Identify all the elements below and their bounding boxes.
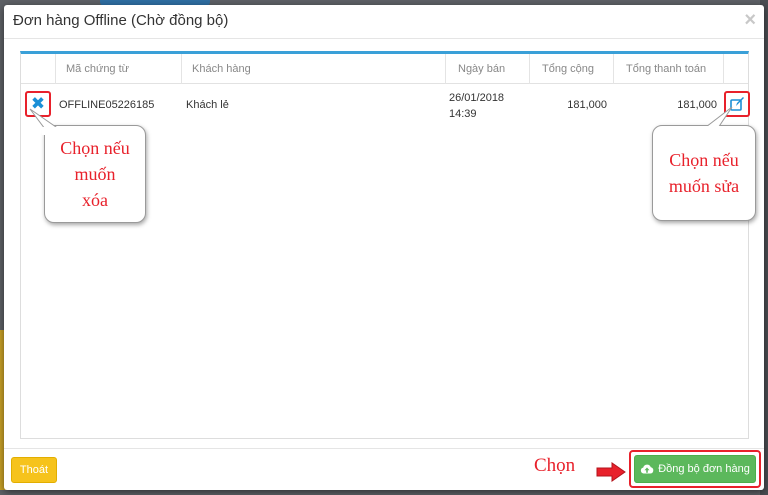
edit-callout-line1: Chọn nếu [669, 150, 739, 170]
modal-footer: Thoát Chọn Đồng bộ đơn hàng [4, 448, 764, 490]
cell-total: 181,000 [567, 99, 607, 111]
modal-title: Đơn hàng Offline (Chờ đồng bộ) [13, 12, 229, 29]
choose-annotation: Chọn [534, 455, 576, 476]
cell-date-time: 14:39 [449, 108, 477, 120]
delete-callout-line1: Chọn nếu [60, 138, 130, 158]
offline-orders-modal: Đơn hàng Offline (Chờ đồng bộ) × Mã chứn… [4, 5, 764, 490]
cell-date-day: 26/01/2018 [449, 92, 505, 104]
cell-total-payment: 181,000 [677, 99, 717, 111]
edit-callout: Chọn nếu muốn sửa [652, 125, 756, 221]
table-row: ✖ OFFLINE05226185 Khách lẻ 26/01/2018 14… [21, 85, 750, 125]
delete-callout-line2: muốn [74, 164, 116, 184]
header-edit [723, 54, 750, 84]
header-code: Mã chứng từ [55, 54, 181, 84]
cell-code: OFFLINE05226185 [59, 99, 155, 111]
orders-table: Mã chứng từ Khách hàng Ngày bán Tổng cộn… [20, 51, 750, 439]
header-customer: Khách hàng [181, 54, 445, 84]
cloud-upload-icon [641, 464, 654, 474]
sync-orders-button[interactable]: Đồng bộ đơn hàng [634, 455, 756, 483]
arrow-right-icon [596, 462, 626, 482]
header-total-payment: Tổng thanh toán [613, 54, 723, 84]
exit-button[interactable]: Thoát [11, 457, 57, 483]
header-total: Tổng cộng [529, 54, 613, 84]
delete-callout-line3: xóa [82, 190, 108, 210]
sync-orders-label: Đồng bộ đơn hàng [658, 463, 750, 475]
header-date: Ngày bán [445, 54, 529, 84]
delete-callout: Chọn nếu muốn xóa [44, 125, 146, 223]
edit-callout-tail [704, 106, 733, 133]
edit-callout-line2: muốn sửa [668, 176, 740, 196]
cell-date: 26/01/2018 14:39 [449, 85, 529, 125]
table-header: Mã chứng từ Khách hàng Ngày bán Tổng cộn… [21, 54, 748, 84]
cell-customer: Khách lẻ [186, 99, 229, 111]
header-action [21, 54, 55, 84]
modal-header: Đơn hàng Offline (Chờ đồng bộ) × [4, 5, 764, 39]
delete-callout-tail [29, 108, 58, 135]
close-icon[interactable]: × [744, 9, 756, 32]
